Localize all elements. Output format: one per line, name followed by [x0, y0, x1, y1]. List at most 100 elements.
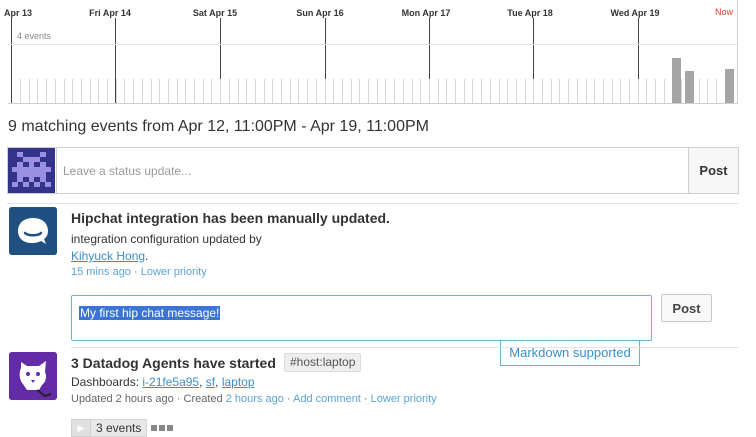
timeline-tick: [37, 79, 39, 103]
timeline-tick: [716, 79, 717, 103]
timeline-tick: [63, 79, 65, 103]
event-body: integration configuration updated by: [71, 232, 262, 246]
timeline-tick: [489, 79, 491, 103]
timeline-tick: [698, 79, 700, 103]
timeline-tick: [559, 79, 561, 103]
timeline-tick: [333, 79, 335, 103]
timeline-tick: [463, 79, 465, 103]
host-tag[interactable]: #host:laptop: [284, 353, 362, 372]
updated-text: Updated 2 hours ago · Created: [71, 393, 223, 405]
timeline-tick: [550, 79, 552, 103]
timeline-tick: [72, 79, 74, 103]
dashboard-link[interactable]: sf: [206, 375, 215, 389]
timeline-tick: [28, 79, 30, 103]
event-bar[interactable]: [672, 58, 681, 103]
event-bar[interactable]: [725, 69, 734, 103]
timeline-gridline: [8, 44, 737, 45]
timeline-tick: [133, 79, 135, 103]
datadog-icon: [9, 352, 57, 400]
timeline-tick: [507, 79, 509, 103]
timeline-tick: [159, 79, 161, 103]
timeline-tick: [324, 79, 326, 103]
timeline-tick: [385, 79, 387, 103]
timeline-tick: [237, 79, 239, 103]
now-label: Now: [714, 7, 733, 17]
timeline-tick: [481, 79, 483, 103]
timeline-tick: [350, 79, 352, 103]
hipchat-icon: [9, 207, 57, 255]
timeline-tick: [281, 79, 282, 103]
event-title[interactable]: Hipchat integration has been manually up…: [71, 210, 390, 226]
timeline-tick: [246, 79, 248, 103]
timeline-tick: [542, 79, 543, 103]
day-divider: [11, 18, 12, 103]
expand-events-control[interactable]: ▶ 3 events: [71, 419, 174, 437]
events-count-button[interactable]: 3 events: [91, 419, 148, 437]
timeline-tick: [585, 79, 587, 103]
timeline-tick: [524, 79, 526, 103]
timeline-tick: [80, 79, 82, 103]
timeline-tick: [394, 79, 396, 103]
event-title[interactable]: 3 Datadog Agents have started: [71, 355, 276, 371]
timeline-tick: [220, 79, 222, 103]
timeline-tick: [446, 79, 448, 103]
event-bar[interactable]: [685, 71, 694, 103]
day-label-apr-17: Mon Apr 17: [401, 8, 451, 18]
timeline-tick: [533, 79, 535, 103]
event-meta: Updated 2 hours ago · Created 2 hours ag…: [71, 393, 437, 405]
status-update-input[interactable]: [56, 148, 688, 193]
comment-text: My first hip chat message!: [79, 306, 221, 320]
timeline-tick: [150, 79, 152, 103]
author-link[interactable]: Kihyuck Hong: [71, 249, 145, 263]
event-timeline[interactable]: Apr 13 Fri Apr 14 Sat Apr 15 Sun Apr 16 …: [4, 0, 738, 104]
event-dots: [151, 425, 174, 431]
timeline-tick: [20, 79, 21, 103]
timeline-tick: [472, 79, 474, 103]
timeline-tick: [254, 79, 256, 103]
created-time-link[interactable]: 2 hours ago: [226, 393, 284, 405]
dashboard-link[interactable]: laptop: [222, 375, 255, 389]
markdown-supported-hint[interactable]: Markdown supported: [500, 341, 640, 366]
timeline-tick: [594, 79, 596, 103]
timeline-tick: [289, 79, 291, 103]
timeline-tick: [515, 79, 517, 103]
play-icon[interactable]: ▶: [71, 419, 91, 437]
timeline-tick: [376, 79, 378, 103]
timeline-tick: [602, 79, 604, 103]
timeline-tick: [167, 79, 169, 103]
lower-priority-link[interactable]: Lower priority: [141, 266, 207, 278]
timeline-tick: [455, 79, 456, 103]
day-label-apr-16: Sun Apr 16: [296, 8, 344, 18]
timeline-tick: [46, 79, 48, 103]
post-comment-button[interactable]: Post: [661, 294, 712, 322]
day-label-apr-19: Wed Apr 19: [610, 8, 660, 18]
comment-textarea[interactable]: My first hip chat message!: [71, 295, 652, 341]
timeline-tick: [568, 79, 570, 103]
timeline-tick: [141, 79, 143, 103]
timeline-tick: [707, 79, 709, 103]
timeline-tick: [359, 79, 361, 103]
post-status-button[interactable]: Post: [688, 148, 738, 193]
timeline-tick: [646, 79, 648, 103]
event-time-link[interactable]: 15 mins ago: [71, 266, 131, 278]
event-author-line: Kihyuck Hong.: [71, 249, 148, 263]
timeline-tick: [411, 79, 413, 103]
timeline-tick: [185, 79, 187, 103]
timeline-tick: [663, 79, 665, 103]
author-suffix: .: [145, 249, 149, 263]
day-label-apr-14: Fri Apr 14: [89, 8, 131, 18]
timeline-tick: [341, 79, 343, 103]
timeline-tick: [107, 79, 108, 103]
timeline-tick: [620, 79, 622, 103]
event-divider: [7, 203, 739, 204]
lower-priority-link[interactable]: Lower priority: [371, 393, 437, 405]
timeline-tick: [681, 79, 683, 103]
add-comment-link[interactable]: Add comment: [293, 393, 361, 405]
dashboard-link[interactable]: i-21fe5a95: [142, 375, 199, 389]
timeline-tick: [498, 79, 500, 103]
dashboards-line: Dashboards: i-21fe5a95, sf, laptop: [71, 375, 255, 389]
timeline-tick: [263, 79, 265, 103]
timeline-tick: [437, 79, 439, 103]
timeline-tick: [655, 79, 657, 103]
matching-events-summary: 9 matching events from Apr 12, 11:00PM -…: [8, 118, 429, 135]
